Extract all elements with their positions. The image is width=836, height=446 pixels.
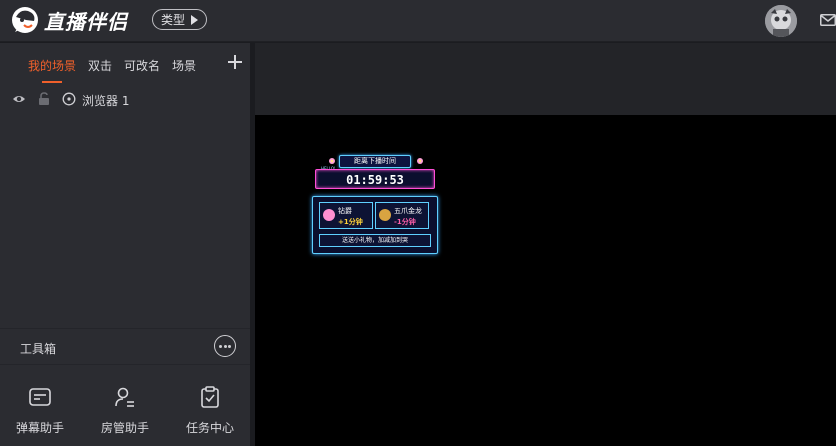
bullet-comment-icon (29, 388, 51, 406)
unlock-icon[interactable] (37, 92, 51, 106)
golden-dragon-icon (379, 209, 391, 221)
gift-rules-panel: 钻爵 +1分钟 五爪金龙 -1分钟 送送小礼物，加减加到哭 (312, 196, 438, 254)
tab-scene[interactable]: 场景 (172, 57, 204, 74)
countdown-box: 01:59:53 (315, 169, 435, 189)
toolbox-title: 工具箱 (20, 342, 57, 356)
task-center-icon (201, 386, 219, 408)
app-logo: 直播伴侣 (10, 5, 128, 35)
gift-card: 五爪金龙 -1分钟 (375, 202, 429, 229)
top-bar: 直播伴侣 类型 (0, 0, 836, 42)
scene-tabs: 我的场景 双击 可改名 场景 (0, 43, 250, 83)
gift-name: 钻爵 (338, 207, 352, 215)
gift-card: 钻爵 +1分钟 (319, 202, 373, 229)
flower-icon (329, 158, 335, 164)
toolbox-tools: 弹幕助手 房管助手 任务中心 (0, 364, 250, 446)
user-avatar[interactable] (765, 5, 797, 37)
mail-icon[interactable] (820, 14, 836, 26)
room-admin-icon (115, 387, 134, 407)
countdown-widget[interactable]: 距离下播时间 HELLO! 01:59:53 钻爵 +1分钟 五爪金龙 -1分钟… (311, 155, 439, 257)
app-window: 直播伴侣 类型 我的场景 双击 可改名 场景 浏览器 1 工具箱 弹幕助手 房管… (0, 0, 836, 446)
source-label: 浏览器 1 (82, 94, 130, 108)
add-scene-button[interactable] (227, 54, 243, 70)
source-item[interactable]: 浏览器 1 (0, 89, 250, 109)
active-tab-indicator (42, 81, 62, 83)
tool-label: 房管助手 (100, 421, 149, 435)
gift-name: 五爪金龙 (394, 207, 422, 215)
browser-source-icon (62, 92, 76, 106)
avatar-image (765, 5, 797, 37)
play-triangle-icon (191, 14, 199, 25)
tab-double-click[interactable]: 双击 (88, 57, 112, 74)
type-button-label: 类型 (161, 13, 186, 27)
tab-my-scene[interactable]: 我的场景 (28, 57, 76, 74)
gift-time-delta: -1分钟 (394, 218, 416, 226)
widget-note: 送送小礼物，加减加到哭 (319, 234, 431, 247)
logo-text: 直播伴侣 (44, 9, 128, 34)
tool-label: 弹幕助手 (15, 421, 64, 435)
type-button[interactable]: 类型 (152, 9, 208, 30)
tool-label: 任务中心 (185, 421, 234, 435)
lotus-icon (323, 209, 335, 221)
widget-title: 距离下播时间 (339, 155, 411, 168)
tab-renamable[interactable]: 可改名 (124, 57, 160, 74)
countdown-time: 01:59:53 (346, 173, 404, 187)
bullet-comment-assistant-button[interactable]: 弹幕助手 (5, 385, 75, 445)
preview-canvas[interactable]: 距离下播时间 HELLO! 01:59:53 钻爵 +1分钟 五爪金龙 -1分钟… (255, 115, 836, 446)
room-admin-assistant-button[interactable]: 房管助手 (90, 385, 160, 445)
eye-icon[interactable] (12, 92, 26, 106)
more-icon[interactable] (214, 335, 236, 357)
preview-toolbar-area (250, 43, 836, 115)
gift-time-delta: +1分钟 (338, 218, 363, 226)
toolbox-header: 工具箱 (0, 328, 250, 364)
logo-mascot-icon (12, 7, 38, 33)
task-center-button[interactable]: 任务中心 (175, 385, 245, 445)
flower-icon (417, 158, 423, 164)
left-panel: 我的场景 双击 可改名 场景 浏览器 1 工具箱 弹幕助手 房管助手 任务中心 (0, 43, 250, 446)
